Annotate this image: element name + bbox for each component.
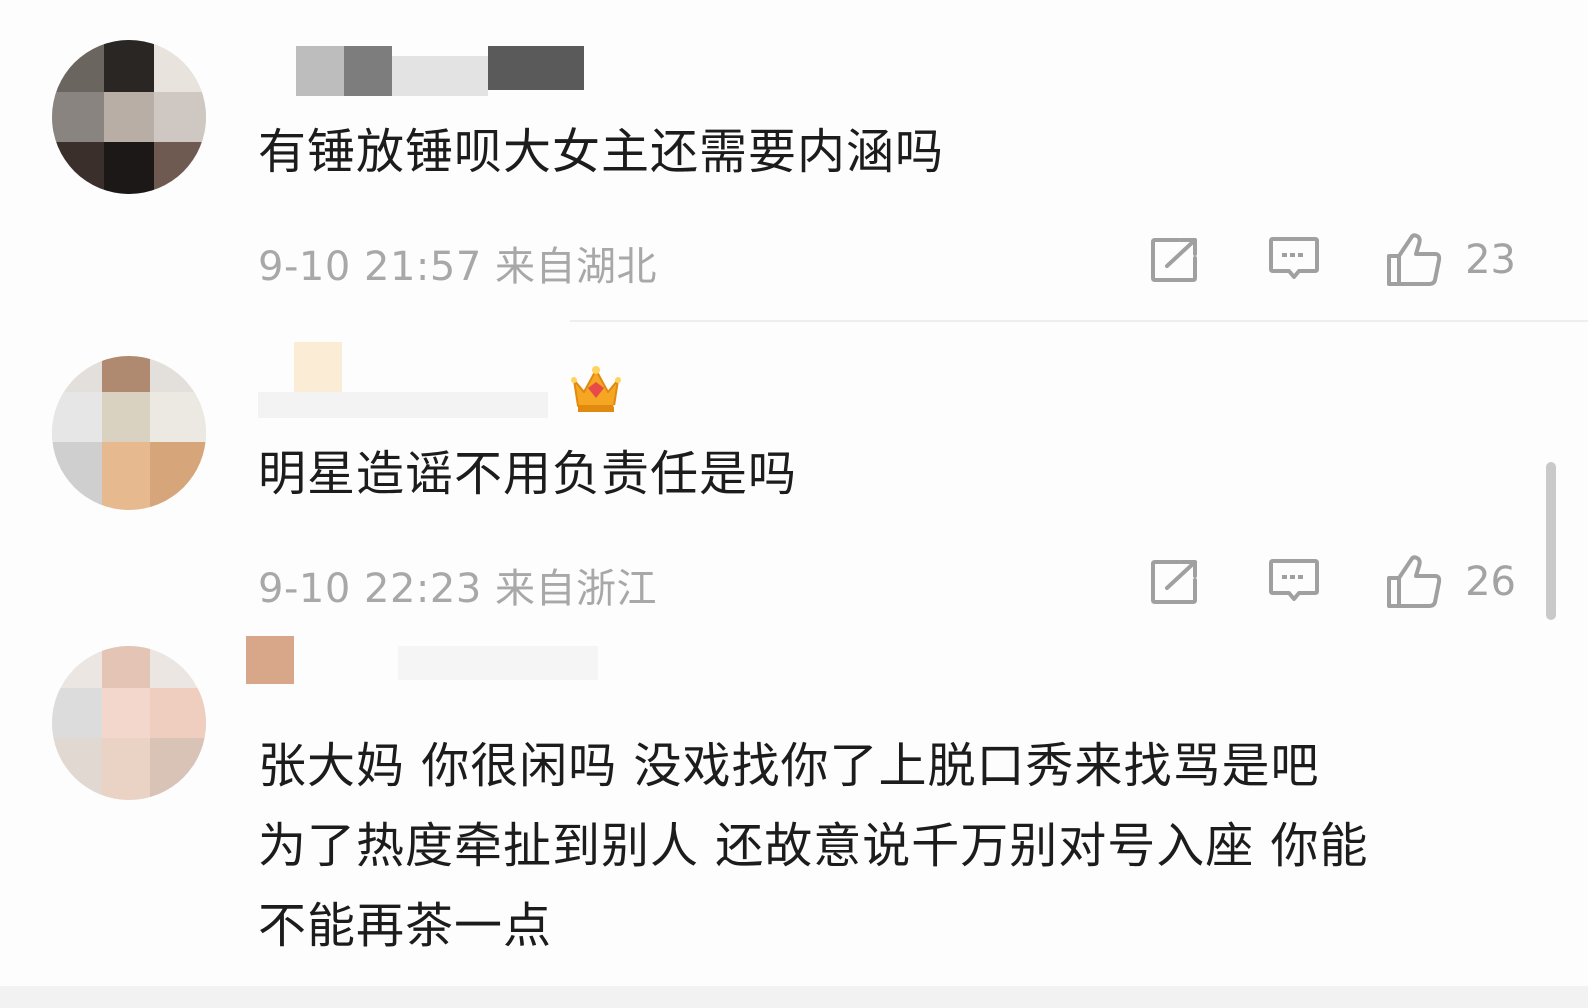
comment-location: 来自湖北 xyxy=(495,244,657,290)
avatar[interactable] xyxy=(52,40,206,194)
like-button[interactable]: 26 xyxy=(1385,554,1516,610)
comment-date: 9-10 21:57 xyxy=(258,244,482,290)
avatar[interactable] xyxy=(52,356,206,510)
share-button[interactable] xyxy=(1149,558,1201,606)
scrollbar[interactable] xyxy=(1546,462,1556,620)
comment-actions: 26 xyxy=(1149,552,1516,612)
comment-icon xyxy=(1269,559,1320,601)
avatar[interactable] xyxy=(52,646,206,800)
username-blurred[interactable] xyxy=(258,342,558,418)
username-blurred[interactable] xyxy=(258,46,588,106)
divider xyxy=(570,320,1588,322)
comment-actions: 23 xyxy=(1149,230,1516,290)
comment-icon xyxy=(1269,237,1320,279)
reply-button[interactable] xyxy=(1267,557,1321,607)
next-comment-cutoff xyxy=(0,986,1588,1008)
username-blurred[interactable] xyxy=(246,636,618,696)
share-icon xyxy=(1151,238,1198,282)
comment-text: 张大妈 你很闲吗 没戏找你了上脱口秀来找骂是吧 为了热度牵扯到别人 还故意说千万… xyxy=(258,738,1369,954)
thumbs-up-icon xyxy=(1387,233,1442,286)
comment-date: 9-10 22:23 xyxy=(258,566,482,612)
comment-meta: 9-10 22:23 来自浙江 xyxy=(258,556,657,614)
share-button[interactable] xyxy=(1149,236,1201,284)
like-count: 26 xyxy=(1465,559,1516,605)
reply-button[interactable] xyxy=(1267,235,1321,285)
like-count: 23 xyxy=(1465,237,1516,283)
svg-text:1: 1 xyxy=(612,403,620,417)
share-icon xyxy=(1151,560,1198,604)
crown-badge-icon: 1 xyxy=(571,366,621,417)
comment-meta: 9-10 21:57 来自湖北 xyxy=(258,234,657,292)
comment-text: 有锤放锤呗大女主还需要内涵吗 xyxy=(258,124,945,180)
comment-location: 来自浙江 xyxy=(495,566,657,612)
like-button[interactable]: 23 xyxy=(1385,232,1516,288)
thumbs-up-icon xyxy=(1387,555,1442,608)
comment-text: 明星造谣不用负责任是吗 xyxy=(258,446,798,502)
